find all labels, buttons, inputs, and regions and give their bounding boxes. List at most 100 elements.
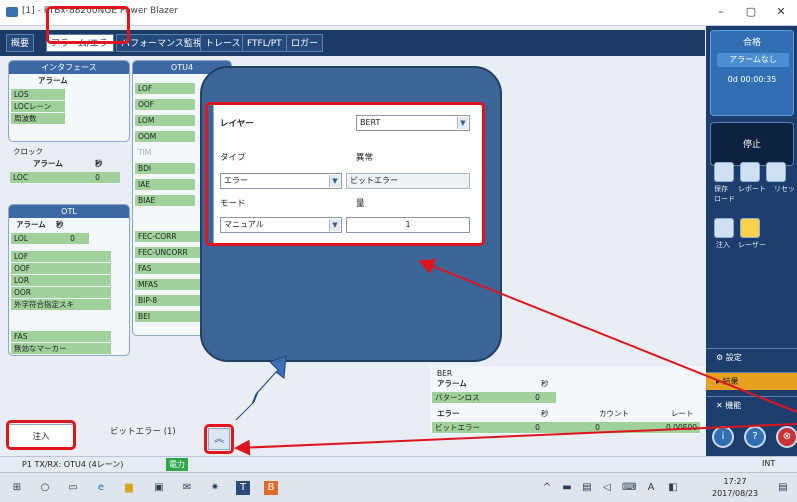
otl-sec-header: 秒 <box>56 220 64 229</box>
edge-icon[interactable]: e <box>94 481 108 495</box>
volume-icon[interactable]: ◁ <box>600 481 614 495</box>
minimize-icon[interactable]: – <box>714 5 728 19</box>
otl-alarm-codeword: 外字符合指定スキ <box>11 299 111 311</box>
ber-error-header: エラー <box>437 409 460 418</box>
otl-alarm-lof: LOF <box>11 251 111 263</box>
clock-sec-header: 秒 <box>95 159 103 168</box>
otu4-alarm-oom: OOM <box>135 131 195 143</box>
save-label: 保存 <box>714 185 728 193</box>
otu4-alarm-tim: TIM <box>138 148 152 157</box>
load-label: ロード <box>714 195 735 203</box>
menu-results[interactable]: ▸ 結果 <box>706 372 797 390</box>
clock-time: 17:27 <box>723 477 747 486</box>
app-icon-a[interactable]: ✷ <box>208 481 222 495</box>
ber-bit-error: ビットエラー <box>432 422 516 434</box>
annotation-box-inject <box>6 420 76 450</box>
search-icon[interactable]: ○ <box>38 481 52 495</box>
chevron-up-icon[interactable]: ^ <box>540 481 554 495</box>
maximize-icon[interactable]: ▢ <box>744 5 758 19</box>
otu4-alarm-biae: BIAE <box>135 195 195 207</box>
menu-settings[interactable]: ⚙ 設定 <box>706 348 797 366</box>
laser-icon[interactable] <box>740 218 760 238</box>
app-icon-b[interactable]: B <box>264 481 278 495</box>
loc-value: 0 <box>72 172 120 184</box>
ber-pattern-loss-value: 0 <box>516 392 556 404</box>
exit-button[interactable]: ⊗ <box>776 426 797 448</box>
status-bar: P1 TX/RX: OTU4 (4レーン) 電力 INT <box>0 456 797 472</box>
otu4-error-fas: FAS <box>135 263 201 275</box>
verdict-box: 合格 アラームなし 0d 00:00:35 <box>710 30 794 116</box>
stop-button[interactable]: 停止 <box>710 122 794 166</box>
port-status: P1 TX/RX: OTU4 (4レーン) <box>22 460 124 469</box>
report-icon[interactable] <box>740 162 760 182</box>
alarm-state: アラームなし <box>717 53 789 67</box>
clock-date: 2017/08/23 <box>712 489 759 498</box>
otl-panel: OTL アラーム 秒 LOL 0 LOF OOF LOR OOR 外字符合指定ス… <box>8 204 130 356</box>
clock-title: クロック <box>13 147 43 156</box>
interface-panel-title: インタフェース <box>9 61 129 74</box>
otl-fas: FAS <box>11 331 111 343</box>
app-icon-t[interactable]: T <box>236 481 250 495</box>
otu4-error-mfas: MFAS <box>135 279 201 291</box>
tab-logger[interactable]: ロガー <box>286 34 324 52</box>
clock-alarm-header: アラーム <box>33 159 63 168</box>
otl-alarm-header: アラーム <box>16 220 46 229</box>
bit-error-count-label: ビットエラー (1) <box>110 427 176 437</box>
otl-invalid-marker: 無効なマーカー <box>11 343 111 355</box>
clock[interactable]: 17:27 2017/08/23 <box>712 476 758 500</box>
int-indicator: INT <box>762 459 776 468</box>
inject-icon[interactable] <box>714 218 734 238</box>
mail-icon[interactable]: ✉ <box>180 481 194 495</box>
annotation-box-expand <box>204 424 234 454</box>
reset-icon[interactable] <box>766 162 786 182</box>
ber-bit-error-count: 0 <box>556 422 636 434</box>
tab-ftfl-pt[interactable]: FTFL/PT <box>242 34 287 52</box>
otu4-alarm-oof: OOF <box>135 99 195 111</box>
otu4-error-fec-uncorr: FEC-UNCORR <box>135 247 201 259</box>
otl-alarm-oof: OOF <box>11 263 111 275</box>
otl-alarm-lor: LOR <box>11 275 111 287</box>
folder-icon[interactable]: ▆ <box>122 481 136 495</box>
ber-panel: BER アラーム 秒 パターンロス 0 エラー 秒 カウント レート ビットエラ… <box>430 366 706 434</box>
network-icon: ▤ <box>582 482 592 493</box>
tab-summary[interactable]: 概要 <box>6 34 35 52</box>
ime-indicator[interactable]: A <box>644 481 658 495</box>
windows-taskbar: ⊞ ○ ▭ e ▆ ▣ ✉ ✷ T B ^ ▬ ▤ ◁ ⌨ A ◧ 17:27 … <box>0 472 797 502</box>
power-badge: 電力 <box>166 458 188 471</box>
otu4-alarm-iae: IAE <box>135 179 195 191</box>
action-center-icon[interactable]: ◧ <box>666 481 680 495</box>
laser-label: レーザー <box>738 241 766 249</box>
app-icon <box>6 7 18 17</box>
lol-value: 0 <box>53 233 89 245</box>
help-button[interactable]: ? <box>744 426 766 448</box>
save-icon[interactable] <box>714 162 734 182</box>
alarm-los: LOS <box>11 89 65 101</box>
ber-bit-error-rate: 0.00E00 <box>636 422 700 434</box>
ber-alarm-header: アラーム <box>437 379 467 388</box>
inject-side-label: 注入 <box>716 241 730 249</box>
annotation-box-dialog <box>205 102 485 246</box>
annotation-box-tab <box>46 6 130 44</box>
verdict-text: 合格 <box>742 38 761 48</box>
report-label: レポート <box>738 185 766 193</box>
store-icon[interactable]: ▣ <box>152 481 166 495</box>
ber-bit-error-sec: 0 <box>516 422 556 434</box>
info-button[interactable]: i <box>712 426 734 448</box>
close-icon[interactable]: ✕ <box>774 5 788 19</box>
ber-count-header: カウント <box>599 409 629 418</box>
ber-pattern-loss: パターンロス <box>432 392 516 404</box>
ber-rate-header: レート <box>671 409 694 418</box>
interface-panel: インタフェース アラーム LOS LOCレーン 周波数 <box>8 60 130 142</box>
alarm-loc: LOC <box>10 172 72 184</box>
menu-functions[interactable]: ✕ 機能 <box>706 396 797 414</box>
start-icon[interactable]: ⊞ <box>10 481 24 495</box>
battery-icon: ▬ <box>562 482 572 493</box>
blue-up-arrow <box>235 355 287 421</box>
notification-icon[interactable]: ▤ <box>776 481 790 495</box>
tab-trace[interactable]: トレース <box>200 34 246 52</box>
keyboard-icon[interactable]: ⌨ <box>622 481 636 495</box>
alarm-frequency: 周波数 <box>11 113 65 125</box>
task-view-icon[interactable]: ▭ <box>66 481 80 495</box>
otu4-error-fec-corr: FEC-CORR <box>135 231 201 243</box>
alarm-lol: LOL <box>11 233 53 245</box>
